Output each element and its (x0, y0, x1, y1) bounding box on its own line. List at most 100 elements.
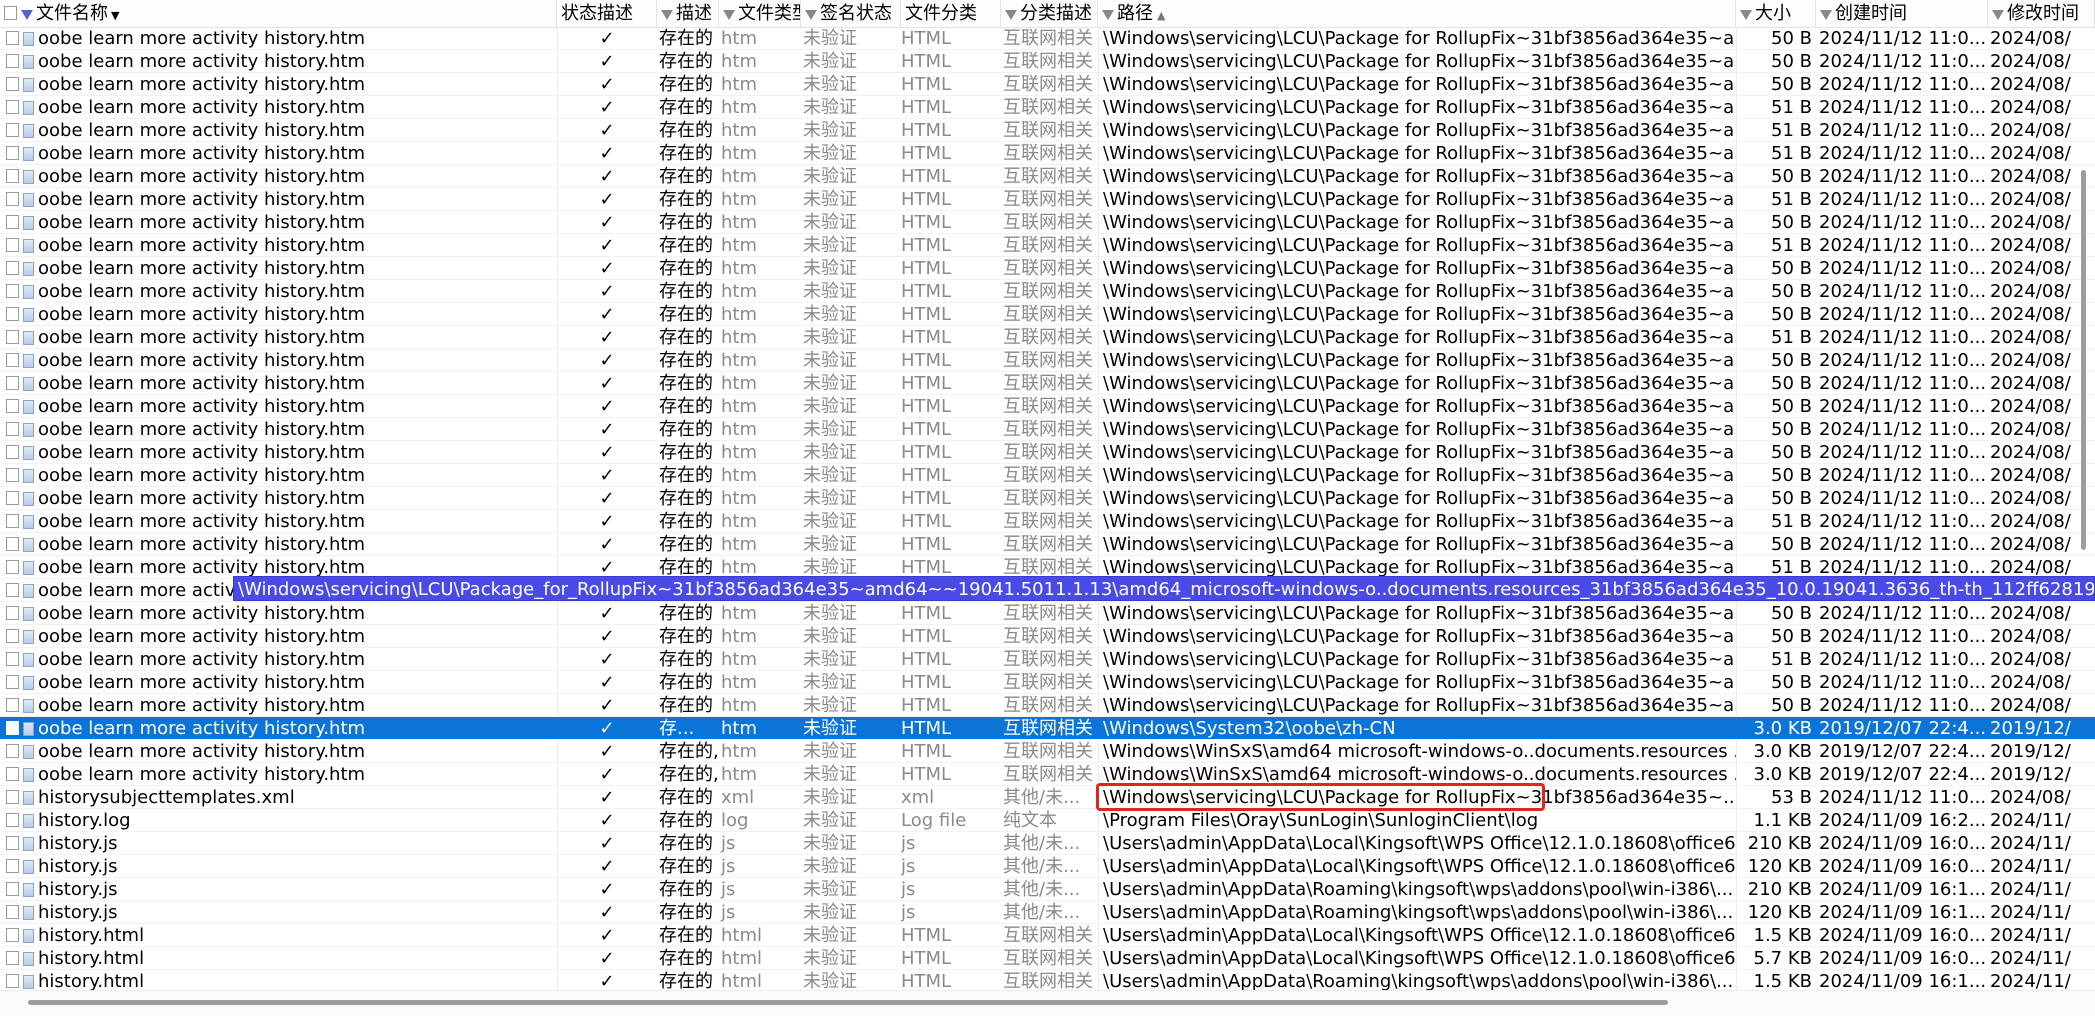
table-row[interactable]: history.js ✓ 存在的 js 未验证 js 其他/未... \Users\admin… (0, 832, 2095, 855)
table-row[interactable]: oobe learn more activity history.htm ✓ 存在的… (0, 96, 2095, 119)
filter-icon[interactable] (1820, 10, 1832, 20)
column-header-path[interactable]: 路径 ▲ (1098, 0, 1736, 27)
select-all-checkbox[interactable] (4, 6, 17, 20)
row-checkbox[interactable] (6, 629, 19, 643)
table-row[interactable]: oobe learn more activity history.htm ✓ 存在的… (0, 142, 2095, 165)
row-checkbox[interactable] (6, 560, 19, 574)
row-checkbox[interactable] (6, 698, 19, 712)
table-row[interactable]: oobe learn more activity history.htm ✓ 存在的… (0, 395, 2095, 418)
table-row[interactable]: oobe learn more activity history.htm ✓ 存在的… (0, 326, 2095, 349)
row-checkbox[interactable] (6, 77, 19, 91)
table-row[interactable]: history.log ✓ 存在的 log 未验证 Log file 纯文本 \Program… (0, 809, 2095, 832)
row-checkbox[interactable] (6, 376, 19, 390)
table-row[interactable]: oobe learn more activity history.htm ✓ 存在的… (0, 119, 2095, 142)
table-row[interactable]: history.js ✓ 存在的 js 未验证 js 其他/未... \Users\admin… (0, 901, 2095, 924)
table-row[interactable]: oobe learn more activity history.htm ✓ 存在的… (0, 165, 2095, 188)
table-row[interactable]: oobe learn more activity history.htm ✓ 存在的… (0, 533, 2095, 556)
row-checkbox[interactable] (6, 284, 19, 298)
row-checkbox[interactable] (6, 790, 19, 804)
filter-icon[interactable] (1005, 10, 1017, 20)
filter-icon[interactable] (1992, 10, 2004, 20)
row-checkbox[interactable] (6, 169, 19, 183)
row-checkbox[interactable] (6, 767, 19, 781)
table-row[interactable]: oobe learn more activity history.htm ✓ 存在的… (0, 188, 2095, 211)
table-row[interactable]: oobe learn more activity history.htm ✓ 存在的… (0, 671, 2095, 694)
filter-icon[interactable] (1102, 10, 1114, 20)
row-checkbox[interactable] (6, 238, 19, 252)
table-row[interactable]: history.js ✓ 存在的 js 未验证 js 其他/未... \Users\admin… (0, 878, 2095, 901)
table-row[interactable]: oobe learn more activity history.htm ✓ 存..… (0, 717, 2095, 740)
row-checkbox[interactable] (6, 514, 19, 528)
table-row[interactable]: oobe learn more activity history.htm ✓ 存在的… (0, 50, 2095, 73)
table-row[interactable]: oobe learn more activity history.htm ✓ 存在的… (0, 234, 2095, 257)
column-header-catdesc[interactable]: 分类描述 (1001, 0, 1098, 27)
table-row[interactable]: oobe learn more activity history.htm ✓ 存在的… (0, 280, 2095, 303)
row-checkbox[interactable] (6, 445, 19, 459)
row-checkbox[interactable] (6, 675, 19, 689)
table-row[interactable]: oobe learn more activity history.htm ✓ 存在的… (0, 487, 2095, 510)
row-checkbox[interactable] (6, 813, 19, 827)
column-header-ext[interactable]: 文件类型 (719, 0, 801, 27)
column-header-desc[interactable]: 描述 (657, 0, 719, 27)
table-row[interactable]: oobe learn more activity history.htm ✓ 存在的… (0, 73, 2095, 96)
table-row[interactable]: oobe learn more activity history.htm ✓ 存在的… (0, 602, 2095, 625)
row-checkbox[interactable] (6, 422, 19, 436)
table-row[interactable]: oobe learn more activity history.htm ✓ 存在的… (0, 441, 2095, 464)
row-checkbox[interactable] (6, 261, 19, 275)
table-row[interactable]: oobe learn more activity history.htm ✓ 存在的… (0, 211, 2095, 234)
filter-icon[interactable] (805, 10, 817, 20)
row-checkbox[interactable] (6, 54, 19, 68)
column-header-created[interactable]: 创建时间 (1816, 0, 1988, 27)
table-row[interactable]: oobe learn more activity history.htm ✓ 存在的… (0, 464, 2095, 487)
column-header-category[interactable]: 文件分类 (901, 0, 1001, 27)
row-checkbox[interactable] (6, 859, 19, 873)
table-row[interactable]: oobe learn more activity history.htm ✓ 存在的… (0, 303, 2095, 326)
row-checkbox[interactable] (6, 307, 19, 321)
table-row[interactable]: history.js ✓ 存在的 js 未验证 js 其他/未... \Users\admin… (0, 855, 2095, 878)
row-checkbox[interactable] (6, 491, 19, 505)
table-row[interactable]: oobe learn more activity history.htm ✓ 存在的… (0, 349, 2095, 372)
row-checkbox[interactable] (6, 330, 19, 344)
row-checkbox[interactable] (6, 606, 19, 620)
table-row[interactable]: oobe learn more activity history.htm ✓ 存在的… (0, 763, 2095, 786)
column-header-modified[interactable]: 修改时间 (1988, 0, 2095, 27)
row-checkbox[interactable] (6, 31, 19, 45)
table-row[interactable]: historysubjecttemplates.xml ✓ 存在的 xml 未验证 xml… (0, 786, 2095, 809)
row-checkbox[interactable] (6, 951, 19, 965)
table-row[interactable]: history.html ✓ 存在的 html 未验证 HTML 互联网相关 \Users\a… (0, 924, 2095, 947)
table-row[interactable]: oobe learn more activity history.htm ✓ 存在的… (0, 257, 2095, 280)
row-checkbox[interactable] (6, 905, 19, 919)
row-checkbox[interactable] (6, 399, 19, 413)
column-header-name[interactable]: 文件名称 ▼ (0, 0, 557, 27)
table-row[interactable]: oobe learn more activity history.htm ✓ 存在的… (0, 694, 2095, 717)
row-checkbox[interactable] (6, 583, 19, 597)
table-row[interactable]: oobe learn more activity history.htm ✓ 存在的… (0, 625, 2095, 648)
table-row[interactable]: oobe learn more activity history.htm ✓ 存在的… (0, 372, 2095, 395)
column-header-sign[interactable]: 签名状态 (801, 0, 901, 27)
row-checkbox[interactable] (6, 537, 19, 551)
row-checkbox[interactable] (6, 192, 19, 206)
row-checkbox[interactable] (6, 721, 19, 735)
horizontal-scrollbar-thumb[interactable] (28, 1000, 1668, 1005)
sort-dropdown-icon[interactable]: ▼ (111, 9, 119, 22)
vertical-scrollbar-thumb[interactable] (2081, 170, 2086, 550)
table-row[interactable]: oobe learn more activity history.htm ✓ 存在的… (0, 648, 2095, 671)
filter-icon[interactable] (1740, 10, 1752, 20)
row-checkbox[interactable] (6, 928, 19, 942)
table-row[interactable]: history.html ✓ 存在的 html 未验证 HTML 互联网相关 \Users\a… (0, 947, 2095, 970)
filter-icon[interactable] (21, 10, 33, 20)
row-checkbox[interactable] (6, 744, 19, 758)
row-checkbox[interactable] (6, 468, 19, 482)
row-checkbox[interactable] (6, 215, 19, 229)
table-row[interactable]: oobe learn more activity history.htm ✓ 存在的… (0, 418, 2095, 441)
column-header-status[interactable]: 状态描述 (557, 0, 657, 27)
row-checkbox[interactable] (6, 974, 19, 988)
table-row[interactable]: oobe learn more activity history.htm ✓ 存在的… (0, 510, 2095, 533)
row-checkbox[interactable] (6, 123, 19, 137)
column-header-size[interactable]: 大小 (1736, 0, 1816, 27)
table-row[interactable]: oobe learn more activity history.htm ✓ 存在的… (0, 740, 2095, 763)
row-checkbox[interactable] (6, 882, 19, 896)
table-row[interactable]: oobe learn more activity history.htm ✓ 存在的… (0, 27, 2095, 50)
row-checkbox[interactable] (6, 353, 19, 367)
filter-icon[interactable] (661, 10, 673, 20)
